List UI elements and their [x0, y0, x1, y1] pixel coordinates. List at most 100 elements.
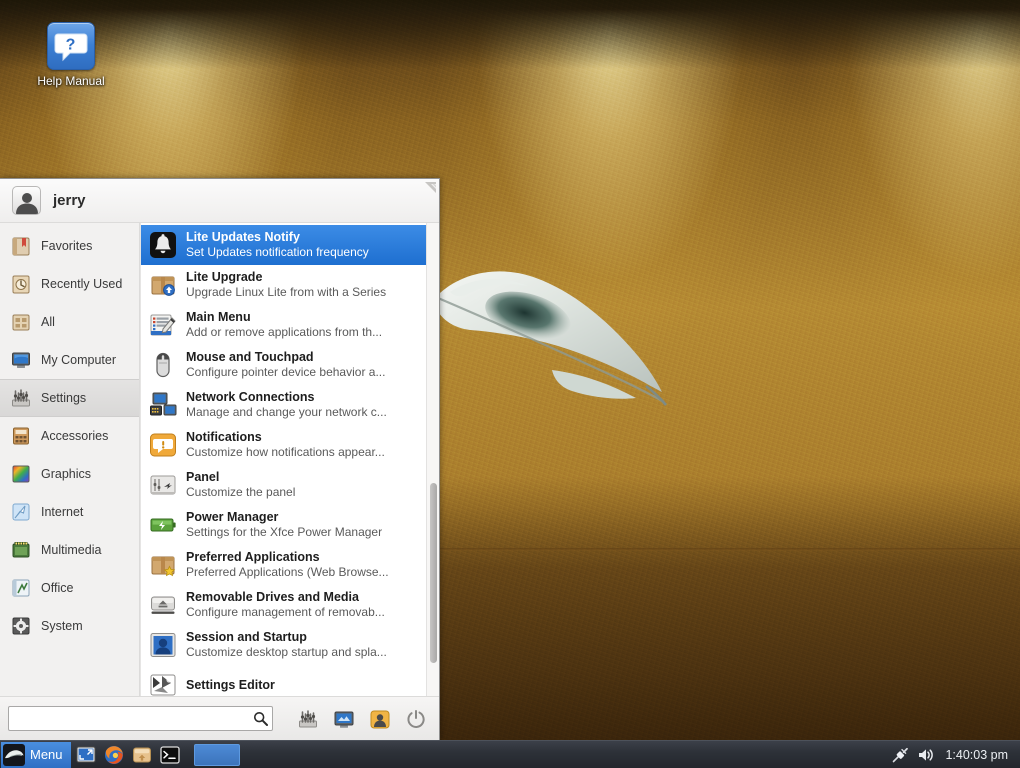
sidebar-item-office[interactable]: Office: [0, 569, 139, 607]
sidebar-item-system[interactable]: System: [0, 607, 139, 645]
favorites-icon: [10, 235, 32, 257]
window-task-button[interactable]: [194, 744, 240, 766]
application-menu[interactable]: jerry Favorites R: [0, 178, 440, 740]
sidebar-item-multimedia[interactable]: Multimedia: [0, 531, 139, 569]
menu-item-session-and-startup[interactable]: Session and Startup Customize desktop st…: [141, 625, 426, 665]
menu-button[interactable]: Menu: [1, 742, 71, 768]
menu-item-panel[interactable]: Panel Customize the panel: [141, 465, 426, 505]
sidebar-item-label: Graphics: [41, 467, 91, 481]
menu-item-desc: Manage and change your network c...: [186, 405, 387, 420]
feather-graphic: [432, 258, 672, 423]
sidebar-item-favorites[interactable]: Favorites: [0, 227, 139, 265]
menu-item-title: Panel: [186, 470, 295, 485]
menu-item-title: Mouse and Touchpad: [186, 350, 385, 365]
user-avatar-icon[interactable]: [12, 186, 41, 215]
log-out-button[interactable]: [365, 704, 395, 734]
menu-item-desc: Customize desktop startup and spla...: [186, 645, 387, 660]
show-desktop-launcher[interactable]: [75, 744, 97, 766]
battery-icon: [149, 511, 177, 539]
help-question-icon: ?: [47, 22, 95, 70]
menu-item-network-connections[interactable]: Network Connections Manage and change yo…: [141, 385, 426, 425]
search-box[interactable]: [8, 706, 273, 731]
power-icon: [405, 708, 427, 730]
menu-item-desc: Preferred Applications (Web Browse...: [186, 565, 389, 580]
terminal-launcher[interactable]: [159, 744, 181, 766]
resize-grip-icon[interactable]: [425, 182, 436, 193]
taskbar[interactable]: Menu: [0, 740, 1020, 768]
office-icon: [10, 577, 32, 599]
menu-editor-icon: [149, 311, 177, 339]
user-session-icon: [369, 708, 391, 730]
file-manager-launcher[interactable]: [131, 744, 153, 766]
menu-item-preferred-applications[interactable]: Preferred Applications Preferred Applica…: [141, 545, 426, 585]
mouse-icon: [149, 351, 177, 379]
preferred-apps-icon: [149, 551, 177, 579]
internet-icon: [10, 501, 32, 523]
sidebar-item-label: Settings: [41, 391, 86, 405]
menu-item-title: Network Connections: [186, 390, 387, 405]
accessories-icon: [10, 425, 32, 447]
menu-item-lite-updates-notify[interactable]: Lite Updates Notify Set Updates notifica…: [141, 225, 426, 265]
settings-manager-button[interactable]: [293, 704, 323, 734]
lock-screen-button[interactable]: [329, 704, 359, 734]
menu-item-title: Lite Updates Notify: [186, 230, 369, 245]
firefox-launcher[interactable]: [103, 744, 125, 766]
menu-application-list[interactable]: Lite Updates Notify Set Updates notifica…: [141, 223, 426, 696]
linux-lite-feather-icon: [3, 744, 25, 766]
terminal-icon: [160, 745, 180, 765]
screen-icon: [333, 708, 355, 730]
settings-manager-icon: [297, 708, 319, 730]
multimedia-icon: [10, 539, 32, 561]
computer-icon: [10, 349, 32, 371]
menu-category-list[interactable]: Favorites Recently Used All: [0, 223, 140, 696]
search-input[interactable]: [15, 708, 253, 729]
menu-item-lite-upgrade[interactable]: Lite Upgrade Upgrade Linux Lite from wit…: [141, 265, 426, 305]
sidebar-item-label: Favorites: [41, 239, 92, 253]
user-name: jerry: [53, 192, 86, 209]
settings-editor-icon: [149, 671, 177, 696]
display-icon: [76, 745, 96, 765]
menu-item-title: Session and Startup: [186, 630, 387, 645]
folder-icon: [132, 745, 152, 765]
desktop-icon-label: Help Manual: [16, 74, 126, 88]
sidebar-item-all[interactable]: All: [0, 303, 139, 341]
eject-drive-icon: [149, 591, 177, 619]
desktop-icon-help-manual[interactable]: ? Help Manual: [16, 22, 126, 88]
window-task-list[interactable]: [184, 744, 888, 766]
menu-item-mouse-and-touchpad[interactable]: Mouse and Touchpad Configure pointer dev…: [141, 345, 426, 385]
menu-item-desc: Customize how notifications appear...: [186, 445, 385, 460]
sidebar-item-my-computer[interactable]: My Computer: [0, 341, 139, 379]
sidebar-item-recently-used[interactable]: Recently Used: [0, 265, 139, 303]
recent-icon: [10, 273, 32, 295]
menu-item-main-menu[interactable]: Main Menu Add or remove applications fro…: [141, 305, 426, 345]
search-icon[interactable]: [253, 711, 268, 726]
menu-item-title: Settings Editor: [186, 678, 275, 693]
sidebar-item-label: Office: [41, 581, 73, 595]
sidebar-item-label: My Computer: [41, 353, 116, 367]
sidebar-item-settings[interactable]: Settings: [0, 379, 139, 417]
menu-applications-pane: Lite Updates Notify Set Updates notifica…: [140, 223, 439, 696]
sidebar-item-internet[interactable]: Internet: [0, 493, 139, 531]
sidebar-item-accessories[interactable]: Accessories: [0, 417, 139, 455]
menu-item-title: Main Menu: [186, 310, 382, 325]
menu-item-notifications[interactable]: Notifications Customize how notification…: [141, 425, 426, 465]
menu-scrollbar[interactable]: [426, 223, 439, 696]
shutdown-button[interactable]: [401, 704, 431, 734]
sidebar-item-label: All: [41, 315, 55, 329]
network-tray-icon[interactable]: [890, 745, 910, 765]
speaker-icon: [917, 746, 935, 764]
menu-item-settings-editor[interactable]: Settings Editor: [141, 665, 426, 696]
volume-tray-icon[interactable]: [916, 745, 936, 765]
sidebar-item-label: Recently Used: [41, 277, 122, 291]
graphics-icon: [10, 463, 32, 485]
sidebar-item-graphics[interactable]: Graphics: [0, 455, 139, 493]
menu-item-title: Power Manager: [186, 510, 382, 525]
scrollbar-thumb[interactable]: [430, 483, 437, 663]
sidebar-item-label: Accessories: [41, 429, 108, 443]
menu-body: Favorites Recently Used All: [0, 223, 439, 696]
system-tray[interactable]: 1:40:03 pm: [887, 745, 1020, 765]
menu-header: jerry: [0, 179, 439, 223]
menu-item-removable-drives-and-media[interactable]: Removable Drives and Media Configure man…: [141, 585, 426, 625]
menu-item-power-manager[interactable]: Power Manager Settings for the Xfce Powe…: [141, 505, 426, 545]
clock[interactable]: 1:40:03 pm: [945, 748, 1008, 762]
